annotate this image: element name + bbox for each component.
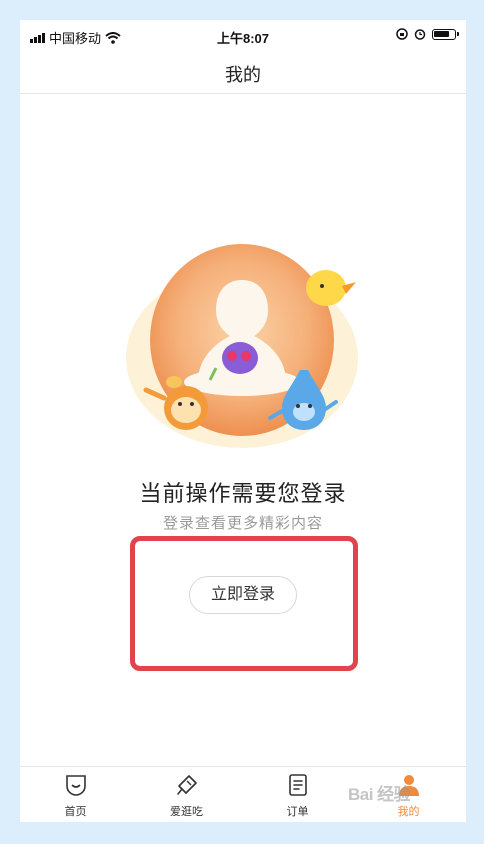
tab-explore[interactable]: 爱逛吃 — [131, 767, 242, 822]
home-icon — [66, 775, 86, 796]
ice-cream-icon — [177, 775, 197, 795]
status-right — [396, 28, 459, 40]
nav-bar: 我的 — [20, 52, 466, 94]
page-title: 我的 — [225, 65, 261, 85]
battery-icon — [432, 28, 459, 40]
login-illustration — [126, 244, 358, 448]
login-button[interactable]: 立即登录 — [189, 576, 297, 614]
tab-home[interactable]: 首页 — [20, 767, 131, 822]
status-bar: 中国移动 上午8:07 — [20, 20, 466, 52]
tab-label: 首页 — [64, 806, 87, 818]
watermark: Bai 经验 — [348, 785, 411, 804]
tab-label: 订单 — [286, 806, 309, 818]
tab-orders[interactable]: 订单 — [242, 767, 353, 822]
order-list-icon — [289, 774, 307, 796]
tab-label: 我的 — [397, 806, 420, 818]
phone-screen: 中国移动 上午8:07 我的 当前操作需要您登录 登录查看更多精彩内容 立即登录… — [20, 20, 466, 822]
tab-label: 爱逛吃 — [170, 806, 203, 818]
login-required-message: 当前操作需要您登录 — [139, 481, 347, 506]
orientation-lock-icon — [396, 28, 408, 40]
alarm-icon — [414, 29, 426, 40]
login-hint-message: 登录查看更多精彩内容 — [162, 515, 323, 532]
